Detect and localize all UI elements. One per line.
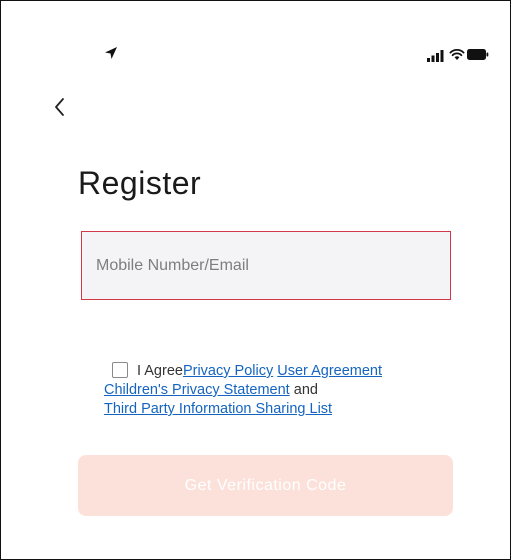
wifi-icon [449, 49, 465, 60]
agree-checkbox[interactable] [112, 362, 128, 378]
page-title: Register [78, 165, 202, 201]
cellular-signal-icon [427, 50, 444, 62]
back-button[interactable] [47, 92, 75, 122]
location-arrow-icon [105, 47, 117, 59]
agreement-section: I AgreePrivacy Policy User Agreement Chi… [104, 362, 444, 419]
battery-icon [467, 49, 489, 60]
and-text: and [293, 382, 318, 398]
get-verification-code-button[interactable]: Get Verification Code [78, 455, 453, 516]
mobile-email-input[interactable] [82, 232, 450, 299]
childrens-privacy-link[interactable]: Children's Privacy Statement [104, 382, 290, 398]
privacy-policy-link[interactable]: Privacy Policy [183, 363, 273, 379]
third-party-sharing-link[interactable]: Third Party Information Sharing List [104, 401, 332, 417]
chevron-left-icon [55, 98, 64, 116]
phone-screen: Register I AgreePrivacy Policy User Agre… [0, 0, 511, 560]
agree-prefix: I Agree [137, 363, 183, 379]
account-input-container [81, 231, 451, 300]
user-agreement-link[interactable]: User Agreement [277, 363, 382, 379]
agree-line: I AgreePrivacy Policy User Agreement [104, 362, 444, 381]
status-bar [1, 1, 511, 62]
